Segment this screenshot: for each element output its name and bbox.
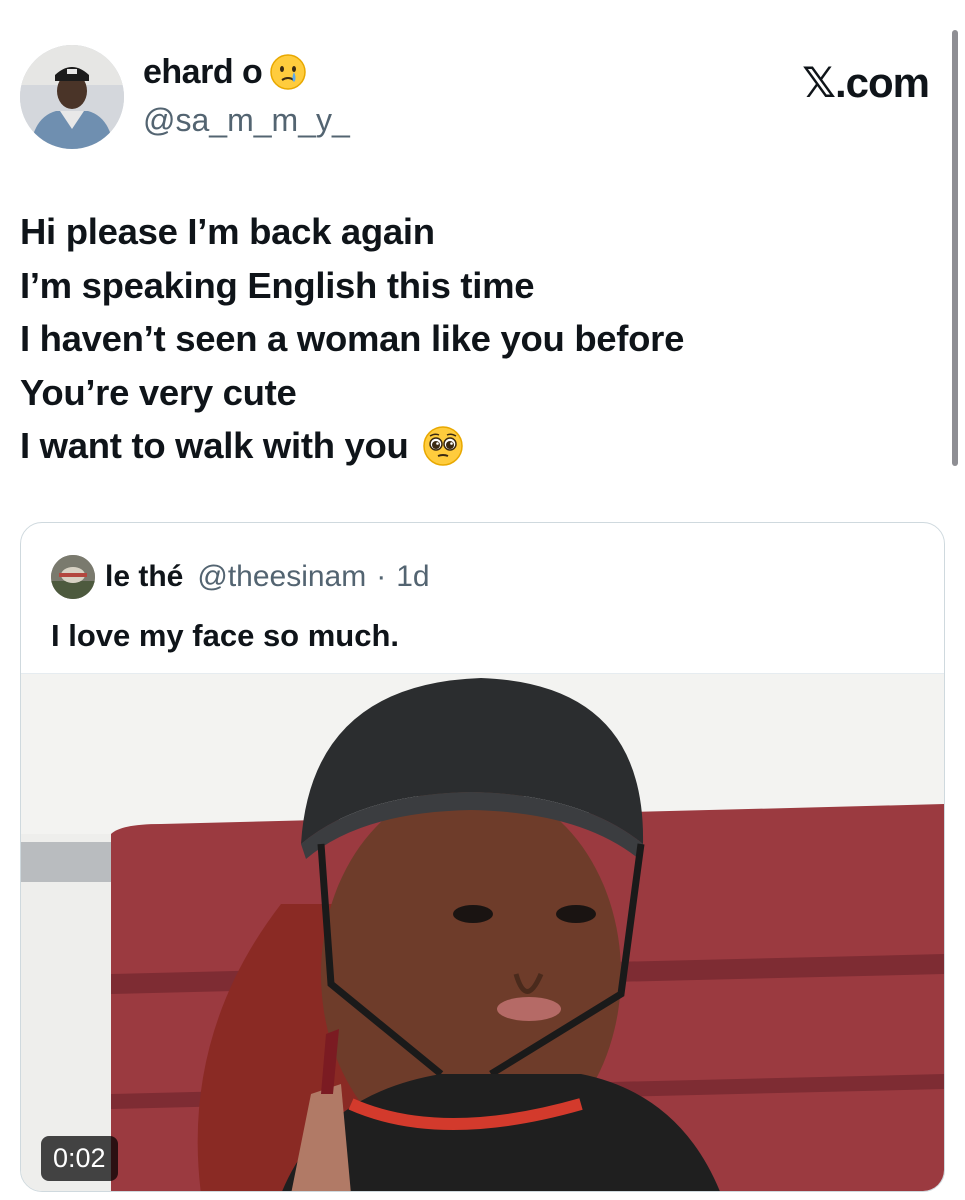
quoted-video[interactable]: 0:02 — [21, 673, 944, 1191]
tweet-line: I haven’t seen a woman like you before — [20, 318, 685, 359]
tweet-line: You’re very cute — [20, 371, 297, 413]
tweet-line: Hi please I’m back again — [20, 211, 435, 252]
pleading-face-icon — [421, 424, 465, 468]
scrollbar-thumb[interactable] — [952, 30, 958, 466]
quoted-tweet-card[interactable]: le thé @theesinam · 1d I love my face so… — [20, 522, 945, 1192]
crying-face-icon — [268, 52, 308, 92]
author-handle[interactable]: @sa_m_m_y_ — [143, 102, 350, 139]
tweet-line-text: I want to walk with you — [20, 425, 409, 466]
tweet-header: ehard o @sa_m_m_y_ 𝕏.com — [0, 0, 965, 170]
quoted-author-name[interactable]: le thé — [105, 560, 183, 594]
quoted-tweet-header: le thé @theesinam · 1d — [51, 555, 430, 599]
quoted-author-handle[interactable]: @theesinam — [197, 560, 366, 594]
author-display-name[interactable]: ehard o — [143, 52, 308, 92]
quoted-tweet-text: I love my face so much. — [51, 618, 400, 653]
tweet-line: I’m speaking English this time — [20, 264, 535, 306]
quoted-author-avatar[interactable] — [51, 555, 95, 599]
author-name-text: ehard o — [143, 52, 263, 91]
tweet-body: Hi please I’m back again I’m speaking En… — [20, 205, 920, 473]
x-com-watermark: 𝕏.com — [802, 59, 930, 106]
quoted-timestamp[interactable]: 1d — [396, 560, 429, 594]
author-avatar[interactable] — [20, 45, 124, 149]
video-frame — [21, 674, 944, 1191]
tweet-line-last: I want to walk with you — [20, 419, 920, 473]
video-duration-badge: 0:02 — [41, 1136, 118, 1181]
separator-dot: · — [376, 560, 387, 593]
